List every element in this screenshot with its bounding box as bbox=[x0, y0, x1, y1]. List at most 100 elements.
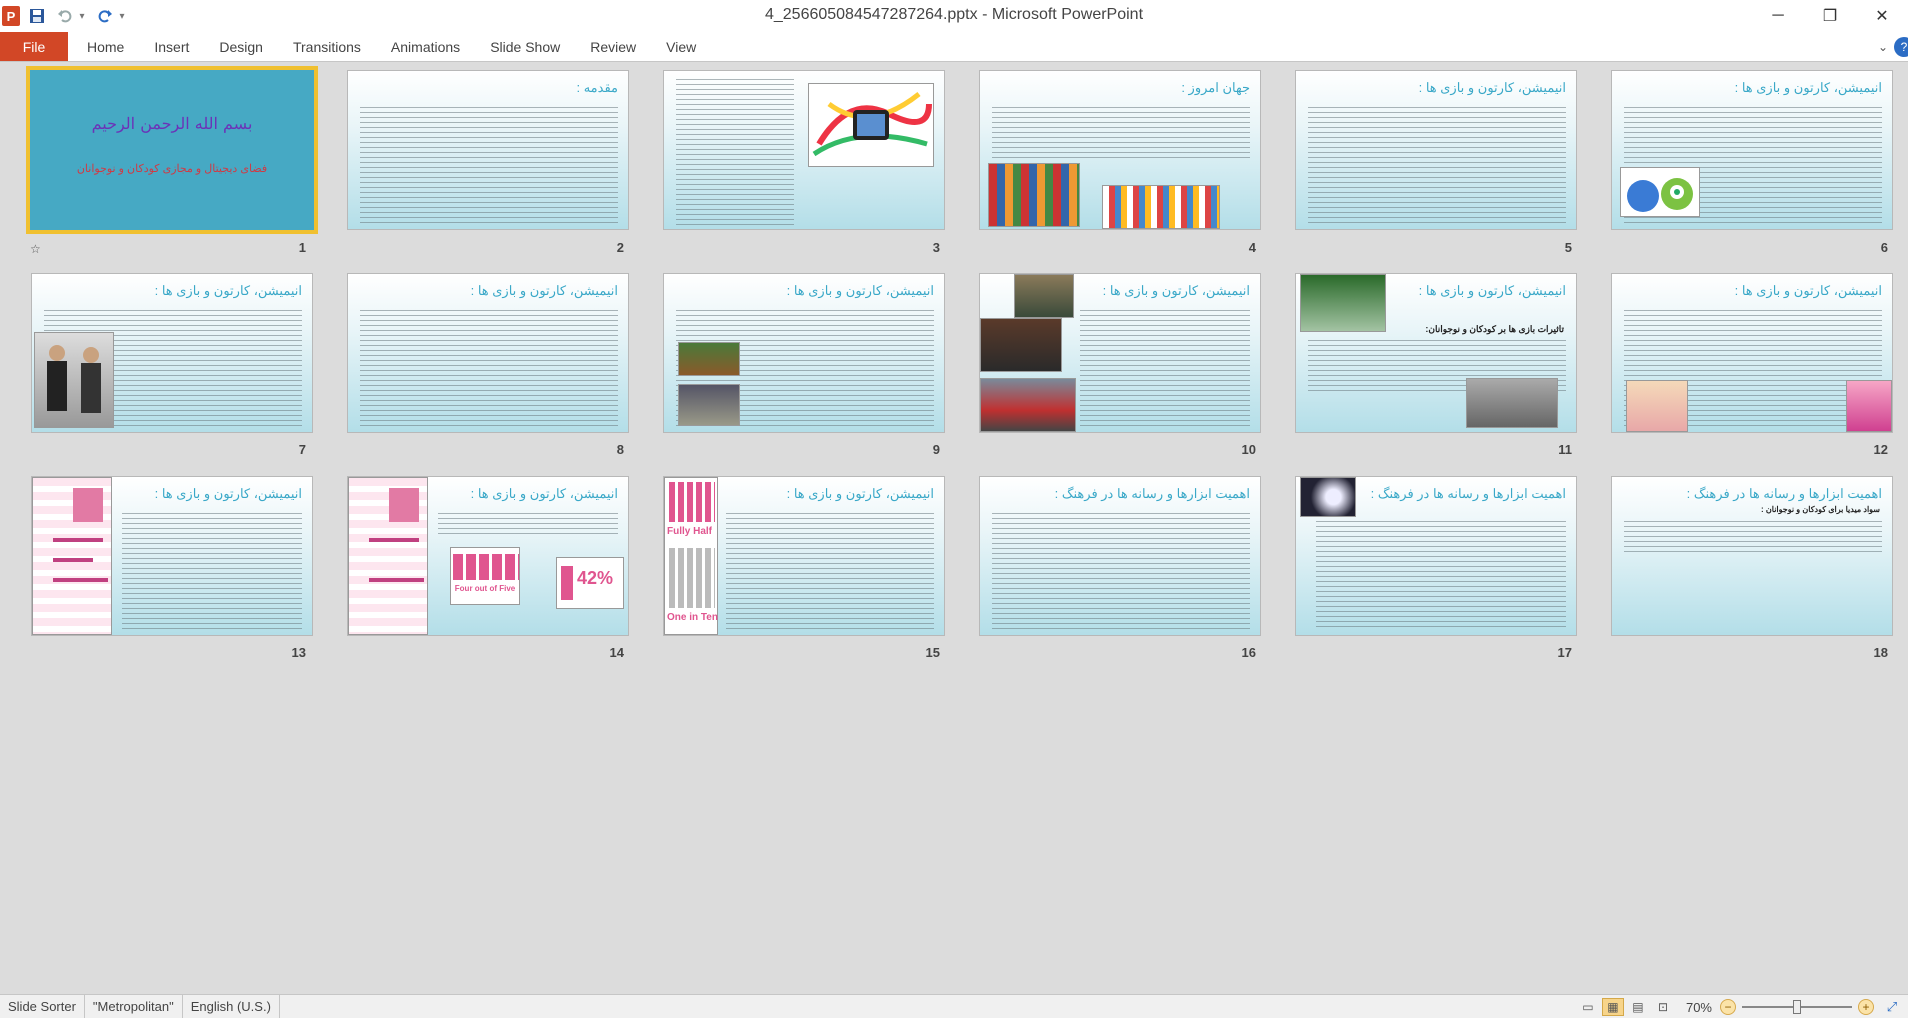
slide-number: 16 bbox=[1241, 645, 1256, 660]
slide-thumbnail-1[interactable]: بسم الله الرحمن الرحیم فضای دیجیتال و مج… bbox=[26, 66, 318, 234]
zoom-in-icon[interactable]: + bbox=[1858, 999, 1874, 1015]
slide-sorter-view-icon[interactable]: ▦ bbox=[1601, 998, 1624, 1016]
slide-number: 13 bbox=[291, 645, 306, 660]
status-bar: Slide Sorter "Metropolitan" English (U.S… bbox=[0, 994, 1908, 1018]
monsters-inc-image bbox=[1620, 167, 1700, 217]
tab-view[interactable]: View bbox=[651, 32, 711, 61]
language-indicator[interactable]: English (U.S.) bbox=[183, 994, 280, 1018]
slide-number: 12 bbox=[1873, 442, 1888, 457]
slide-number: 3 bbox=[932, 240, 940, 255]
slide-number: 18 bbox=[1873, 645, 1888, 660]
powerpoint-icon[interactable]: P bbox=[2, 6, 20, 26]
slide-subtitle: فضای دیجیتال و مجازی کودکان و نوجوانان bbox=[76, 163, 268, 175]
slide-number: 5 bbox=[1564, 240, 1572, 255]
slide-body-text bbox=[122, 511, 302, 631]
slide-thumbnail-2[interactable]: مقدمه : bbox=[347, 70, 629, 230]
tab-transitions[interactable]: Transitions bbox=[278, 32, 376, 61]
slide-title: بسم الله الرحمن الرحیم bbox=[91, 114, 253, 133]
slide-body-text bbox=[1316, 519, 1566, 631]
slide-heading: سواد میدیا برای کودکان و نوجوانان : bbox=[1761, 505, 1880, 514]
save-icon[interactable] bbox=[26, 5, 48, 27]
slide-title: اهمیت ابزارها و رسانه ها در فرهنگ : bbox=[1054, 486, 1250, 501]
slide-thumbnail-12[interactable]: انیمیشن، کارتون و بازی ها : bbox=[1611, 273, 1893, 433]
slide-title: جهان امروز : bbox=[1181, 80, 1250, 95]
ribbon-tab-bar: File Home Insert Design Transitions Anim… bbox=[0, 32, 1908, 62]
quick-access-toolbar: P ▾ ▾ bbox=[0, 2, 128, 30]
file-tab[interactable]: File bbox=[0, 32, 68, 61]
game-screenshot-image bbox=[678, 342, 740, 376]
infographic-stat: Four out of Five bbox=[454, 584, 516, 593]
fit-to-window-icon[interactable]: ⤢ bbox=[1882, 999, 1902, 1015]
slide-number: 4 bbox=[1248, 240, 1256, 255]
tab-slide-show[interactable]: Slide Show bbox=[475, 32, 575, 61]
undo-icon[interactable] bbox=[54, 5, 76, 27]
slide-number: 14 bbox=[609, 645, 624, 660]
zoom-slider-thumb[interactable] bbox=[1793, 1000, 1801, 1014]
slide-body-text bbox=[1308, 105, 1566, 225]
slide-title: مقدمه : bbox=[576, 80, 618, 95]
zoom-level[interactable]: 70% bbox=[1686, 1000, 1712, 1015]
slide-title: انیمیشن، کارتون و بازی ها : bbox=[470, 486, 618, 501]
ribbon-right-controls: ⌄ ? bbox=[1872, 32, 1908, 61]
kids-playing-image bbox=[1466, 378, 1558, 428]
ribbon-tabs: Home Insert Design Transitions Animation… bbox=[72, 32, 711, 61]
slide-thumbnail-15[interactable]: انیمیشن، کارتون و بازی ها : Fully Half O… bbox=[663, 476, 945, 636]
tab-design[interactable]: Design bbox=[204, 32, 278, 61]
slide-body-text bbox=[676, 77, 794, 225]
slide-number: 17 bbox=[1557, 645, 1572, 660]
tab-review[interactable]: Review bbox=[575, 32, 651, 61]
title-bar: P ▾ ▾ 4_256605084547287264.pptx - Micros… bbox=[0, 0, 1908, 32]
help-icon[interactable]: ? bbox=[1894, 36, 1908, 57]
slide-title: انیمیشن، کارتون و بازی ها : bbox=[1418, 283, 1566, 298]
minimize-icon[interactable]: ─ bbox=[1752, 0, 1804, 32]
slide-number: 7 bbox=[298, 442, 306, 457]
slide-title: انیمیشن، کارتون و بازی ها : bbox=[1734, 283, 1882, 298]
window-controls: ─ ❐ ✕ bbox=[1752, 0, 1908, 32]
racing-car-image bbox=[980, 378, 1076, 432]
slide-number: 2 bbox=[616, 240, 624, 255]
slide-thumbnail-17[interactable]: اهمیت ابزارها و رسانه ها در فرهنگ : bbox=[1295, 476, 1577, 636]
theme-name[interactable]: "Metropolitan" bbox=[85, 994, 183, 1018]
barbie-box-image bbox=[1846, 380, 1892, 432]
transition-icon[interactable]: ☆ bbox=[30, 242, 41, 256]
slide-thumbnail-4[interactable]: جهان امروز : bbox=[979, 70, 1261, 230]
restore-icon[interactable]: ❐ bbox=[1804, 0, 1856, 32]
slide-thumbnail-5[interactable]: انیمیشن، کارتون و بازی ها : bbox=[1295, 70, 1577, 230]
slide-thumbnail-14[interactable]: انیمیشن، کارتون و بازی ها : Four out of … bbox=[347, 476, 629, 636]
ribbon-collapse-icon[interactable]: ⌄ bbox=[1872, 40, 1894, 54]
tab-insert[interactable]: Insert bbox=[139, 32, 204, 61]
slide-title: انیمیشن، کارتون و بازی ها : bbox=[1102, 283, 1250, 298]
reading-view-icon[interactable]: ▤ bbox=[1627, 998, 1649, 1016]
slide-show-view-icon[interactable]: ⊡ bbox=[1652, 998, 1674, 1016]
tab-animations[interactable]: Animations bbox=[376, 32, 475, 61]
normal-view-icon[interactable]: ▭ bbox=[1577, 998, 1599, 1016]
slide-body-text bbox=[360, 308, 618, 428]
slide-thumbnail-3[interactable] bbox=[663, 70, 945, 230]
infographic-chart-image bbox=[348, 477, 428, 635]
zoom-slider[interactable] bbox=[1742, 1000, 1852, 1014]
slide-thumbnail-10[interactable]: انیمیشن، کارتون و بازی ها : bbox=[979, 273, 1261, 433]
slide-heading: تاثیرات بازی ها بر کودکان و نوجوانان: bbox=[1425, 324, 1564, 334]
redo-icon[interactable] bbox=[94, 5, 116, 27]
slide-thumbnail-16[interactable]: اهمیت ابزارها و رسانه ها در فرهنگ : bbox=[979, 476, 1261, 636]
game-screenshot-image bbox=[678, 384, 740, 426]
slide-thumbnail-11[interactable]: انیمیشن، کارتون و بازی ها : تاثیرات بازی… bbox=[1295, 273, 1577, 433]
zoom-out-icon[interactable]: − bbox=[1720, 999, 1736, 1015]
slide-thumbnail-8[interactable]: انیمیشن، کارتون و بازی ها : bbox=[347, 273, 629, 433]
customize-icon[interactable]: ▾ bbox=[116, 5, 128, 27]
slide-thumbnail-6[interactable]: انیمیشن، کارتون و بازی ها : bbox=[1611, 70, 1893, 230]
slide-thumbnail-18[interactable]: اهمیت ابزارها و رسانه ها در فرهنگ : سواد… bbox=[1611, 476, 1893, 636]
barbie-doll-image bbox=[1626, 380, 1688, 432]
slide-title: انیمیشن، کارتون و بازی ها : bbox=[1418, 80, 1566, 95]
infographic-figures-image: Fully Half One in Ten bbox=[664, 477, 718, 635]
infographic-girls-image: Four out of Five bbox=[450, 547, 520, 605]
undo-dropdown-icon[interactable]: ▾ bbox=[76, 5, 88, 27]
tv-illustration-image bbox=[808, 83, 934, 167]
slide-thumbnail-9[interactable]: انیمیشن، کارتون و بازی ها : bbox=[663, 273, 945, 433]
close-icon[interactable]: ✕ bbox=[1856, 0, 1908, 32]
tab-home[interactable]: Home bbox=[72, 32, 139, 61]
slide-number: 8 bbox=[616, 442, 624, 457]
slide-thumbnail-13[interactable]: انیمیشن، کارتون و بازی ها : bbox=[31, 476, 313, 636]
slide-number: 6 bbox=[1880, 240, 1888, 255]
slide-thumbnail-7[interactable]: انیمیشن، کارتون و بازی ها : bbox=[31, 273, 313, 433]
